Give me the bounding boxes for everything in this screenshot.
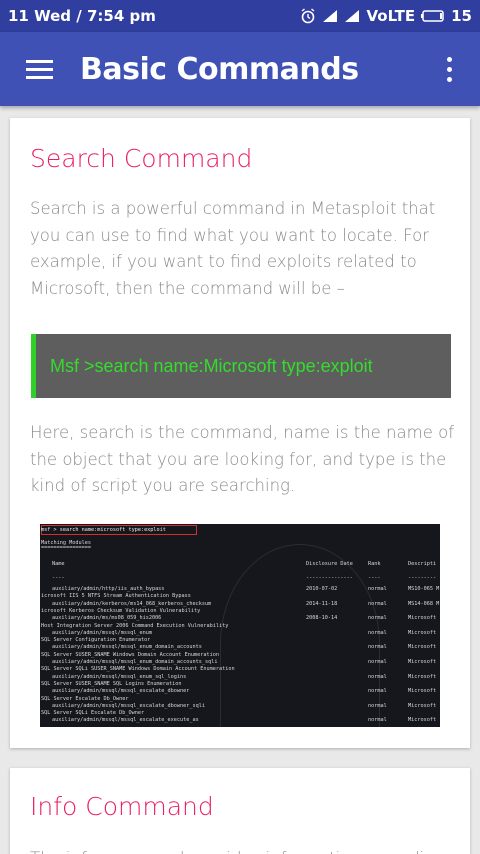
terminal-row-name: auxiliary/admin/mssql/mssql_enum — [52, 629, 152, 636]
signal-icon-2 — [344, 9, 360, 23]
terminal-row-name: SQL Server Escalate Db_Owner — [41, 695, 129, 702]
terminal-row-name: auxiliary/admin/http/iis_auth_bypass — [52, 586, 165, 592]
terminal-row-date: 2008-10-14 — [306, 615, 338, 622]
section-paragraph: Search is a powerful command in Metasplo… — [30, 199, 436, 298]
app-bar: Basic Commands — [0, 32, 480, 106]
battery-level: 15 — [451, 7, 472, 25]
search-command-card: Search Command Search is a powerful comm… — [10, 118, 470, 748]
terminal-row-name: auxiliary/admin/mssql/mssql_escalate_dbo… — [52, 702, 206, 709]
signal-icon — [322, 9, 338, 23]
network-type: VoLTE — [366, 7, 416, 25]
terminal-header-desc: Descripti — [408, 561, 437, 567]
section-paragraph-2: Here, search is the command, name is the… — [30, 423, 454, 495]
terminal-row-name: SQL Server SQLi SUSER_SNAME Windows Doma… — [41, 666, 235, 673]
terminal-row-desc: Microsoft — [408, 615, 437, 622]
battery-icon — [421, 10, 445, 22]
terminal-header-rank: Rank — [368, 561, 381, 567]
terminal-row-name: auxiliary/admin/mssql/mssql_escalate_exe… — [52, 717, 199, 724]
terminal-row-rank: normal — [368, 615, 387, 622]
terminal-row-desc: Microsoft — [408, 688, 437, 695]
terminal-row-date: 2014-11-18 — [306, 600, 338, 607]
terminal-row-rank: normal — [368, 644, 387, 651]
info-command-card: Info Command The info command provides i… — [10, 768, 470, 854]
alarm-icon — [300, 8, 316, 24]
terminal-row-name: icrosoft Kerberos Checksum Validation Vu… — [41, 607, 201, 614]
code-text: Msf >search name:Microsoft type:exploit — [50, 355, 373, 376]
page-title: Basic Commands — [80, 51, 359, 87]
terminal-row-desc: MS14-068 M — [408, 600, 440, 607]
terminal-row-rank: normal — [368, 673, 387, 680]
terminal-dash-name: ---- — [52, 575, 65, 581]
terminal-dash-desc: --------- — [408, 575, 437, 581]
terminal-row-desc: Microsoft — [408, 629, 437, 636]
terminal-row-name: auxiliary/admin/mssql/mssql_enum_domain_… — [52, 644, 202, 651]
terminal-row-rank: normal — [368, 717, 387, 724]
section-paragraph-info: The info command provides information re… — [30, 846, 455, 854]
terminal-row-name: SQL Server SQLi Escalate Db_Owner — [41, 710, 145, 717]
terminal-row-rank: normal — [368, 659, 387, 665]
terminal-row-name: auxiliary/admin/mssql/mssql_enum_domain_… — [52, 659, 218, 665]
terminal-row-rank: normal — [368, 688, 387, 695]
terminal-row-desc: Microsoft — [408, 659, 437, 665]
status-time: 11 Wed / 7:54 pm — [8, 7, 156, 25]
terminal-dash-rank: ---- — [368, 575, 381, 581]
terminal-row-date: 2010-07-02 — [306, 586, 338, 592]
terminal-row-name: auxiliary/admin/kerberos/ms14_068_kerber… — [52, 600, 212, 607]
terminal-row-rank: normal — [368, 600, 387, 607]
terminal-row-desc: Microsoft — [408, 702, 437, 709]
terminal-row-name: Host Integration Server 2006 Command Exe… — [41, 622, 229, 629]
overflow-menu-icon[interactable] — [434, 49, 464, 89]
terminal-row-name: auxiliary/admin/mssql/mssql_escalate_dbo… — [52, 688, 190, 695]
terminal-row-name: SQL Server SUSER_SNAME Windows Domain Ac… — [41, 651, 220, 658]
status-bar: 11 Wed / 7:54 pm VoLTE 15 — [0, 0, 480, 32]
terminal-dash-date: --------------- — [306, 575, 353, 581]
terminal-row-name: auxiliary/admin/mssql/mssql_enum_sql_log… — [52, 673, 187, 680]
terminal-row-desc: Microsoft — [408, 717, 437, 724]
terminal-row-desc: MS10-065 M — [408, 586, 440, 592]
terminal-row-rank: normal — [368, 586, 387, 592]
hamburger-menu-icon[interactable] — [26, 49, 66, 89]
terminal-header-date: Disclosure Date — [306, 561, 353, 567]
terminal-title-underline: ================ — [41, 545, 91, 551]
terminal-command: msf > search name:microsoft type:exploit — [41, 527, 166, 533]
terminal-background-art — [220, 544, 380, 727]
terminal-row-rank: normal — [368, 629, 387, 636]
section-heading-info: Info Command — [30, 792, 214, 821]
terminal-screenshot: msf > search name:microsoft type:exploit… — [40, 524, 440, 727]
terminal-row-name: icrosoft IIS 5 NTFS Stream Authenticatio… — [41, 593, 191, 600]
terminal-row-rank: normal — [368, 702, 387, 709]
terminal-row-desc: Microsoft — [408, 673, 437, 680]
code-block: Msf >search name:Microsoft type:exploit — [31, 334, 451, 398]
terminal-row-name: auxiliary/admin/ms/ms08_059_his2006 — [52, 615, 162, 622]
terminal-row-desc: Microsoft — [408, 644, 437, 651]
section-heading: Search Command — [30, 144, 253, 173]
terminal-row-name: SQL Server SUSER_SNAME SQL Logins Enumer… — [41, 680, 182, 687]
terminal-header-name: Name — [52, 561, 65, 567]
terminal-row-name: SQL Server Configuration Enumerator — [41, 637, 151, 644]
